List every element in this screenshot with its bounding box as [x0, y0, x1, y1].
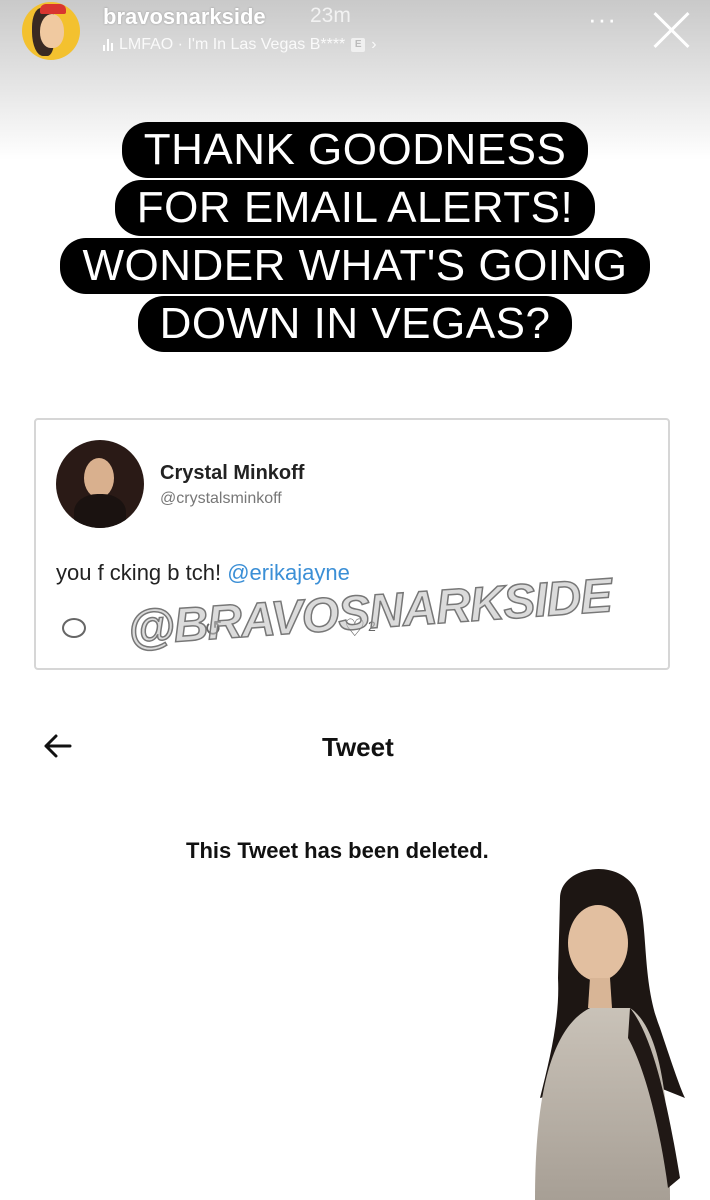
close-icon[interactable] [650, 8, 694, 52]
tweet-text: you f cking b tch! @erikajayne [56, 560, 350, 586]
caption-line: FOR EMAIL ALERTS! [114, 180, 596, 236]
page-title: Tweet [322, 732, 394, 762]
reply-icon[interactable] [62, 618, 86, 638]
story-music-row[interactable]: LMFAO · I'm In Las Vegas B**** E › [103, 36, 377, 54]
deleted-tweet-message: This Tweet has been deleted. [186, 838, 489, 863]
woman-cutout-photo [535, 869, 685, 1200]
explicit-icon: E [351, 38, 366, 52]
tweet-body: you f cking b tch! [56, 560, 222, 585]
story-caption: THANK GOODNESS FOR EMAIL ALERTS! WONDER … [60, 122, 650, 354]
tweet-author-handle[interactable]: @crystalsminkoff [160, 490, 282, 508]
tweet-author-name[interactable]: Crystal Minkoff [160, 462, 304, 485]
more-options-icon[interactable]: ··· [588, 4, 617, 35]
tweet-mention-link[interactable]: @erikajayne [227, 560, 350, 585]
story-username[interactable]: bravosnarkside [103, 4, 266, 30]
chevron-right-icon: › [371, 36, 377, 53]
story-timestamp: 23m [310, 4, 351, 27]
story-avatar[interactable] [22, 2, 80, 60]
audio-bars-icon [103, 39, 113, 51]
caption-line: THANK GOODNESS [121, 122, 589, 178]
music-track-label: LMFAO · I'm In Las Vegas B**** [119, 36, 346, 53]
caption-line: DOWN IN VEGAS? [137, 296, 573, 352]
back-arrow-icon[interactable] [40, 728, 76, 764]
caption-line: WONDER WHAT'S GOING [60, 238, 650, 294]
tweet-author-avatar[interactable] [56, 440, 144, 528]
